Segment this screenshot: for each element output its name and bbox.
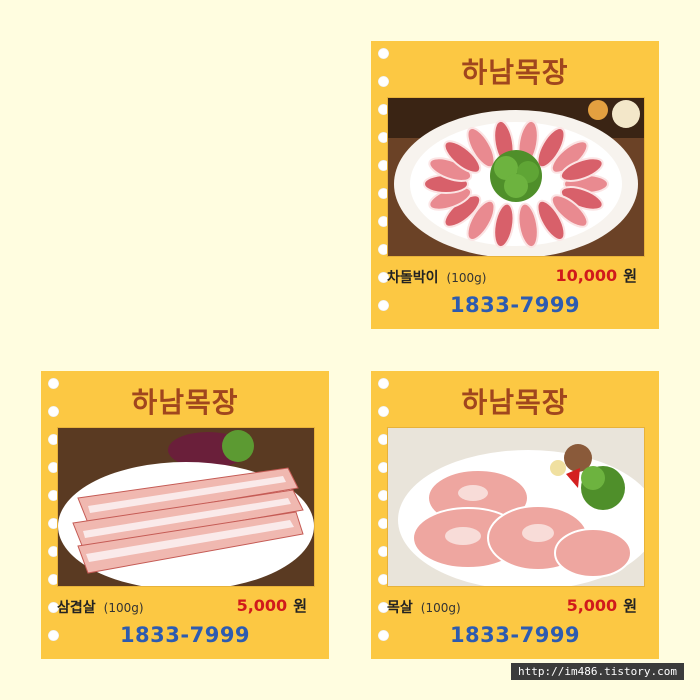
phone-number[interactable]: 1833-7999: [41, 623, 329, 647]
product-name-text: 목살: [387, 600, 413, 616]
product-weight: (100g): [446, 271, 487, 285]
price-currency: 원: [623, 267, 637, 285]
price-currency: 원: [293, 597, 307, 615]
product-name: 차돌박이 (100g): [387, 267, 486, 287]
product-price: 10,000 원: [555, 265, 637, 286]
product-name-text: 삼겹살: [57, 600, 96, 616]
product-price: 5,000 원: [567, 595, 637, 616]
price-amount: 10,000: [555, 266, 618, 285]
product-name: 삼겹살 (100g): [57, 597, 144, 617]
phone-number[interactable]: 1833-7999: [371, 293, 659, 317]
watermark-url: http://im486.tistory.com: [511, 663, 684, 680]
price-amount: 5,000: [566, 596, 618, 615]
product-photo-brisket: [387, 97, 645, 257]
brand-title: 하남목장: [461, 386, 569, 419]
product-card-moksal[interactable]: 하남목장 목살 (100g) 5,000 원 1833-7999: [371, 371, 659, 659]
product-weight: (100g): [420, 601, 461, 615]
product-name: 목살 (100g): [387, 597, 461, 617]
product-card-chadolbaegi[interactable]: 하남목장 차돌박이 (100g) 10,000 원 1833-7999: [371, 41, 659, 329]
phone-number[interactable]: 1833-7999: [371, 623, 659, 647]
price-amount: 5,000: [236, 596, 288, 615]
product-photo-pork-belly: [57, 427, 315, 587]
product-weight: (100g): [103, 601, 144, 615]
product-name-text: 차돌박이: [387, 270, 439, 286]
price-currency: 원: [623, 597, 637, 615]
product-photo-pork-neck: [387, 427, 645, 587]
product-card-samgyeopsal[interactable]: 하남목장 삼겹살 (100g) 5,000 원 1833-7999: [41, 371, 329, 659]
brand-title: 하남목장: [461, 56, 569, 89]
product-price: 5,000 원: [237, 595, 307, 616]
brand-title: 하남목장: [131, 386, 239, 419]
